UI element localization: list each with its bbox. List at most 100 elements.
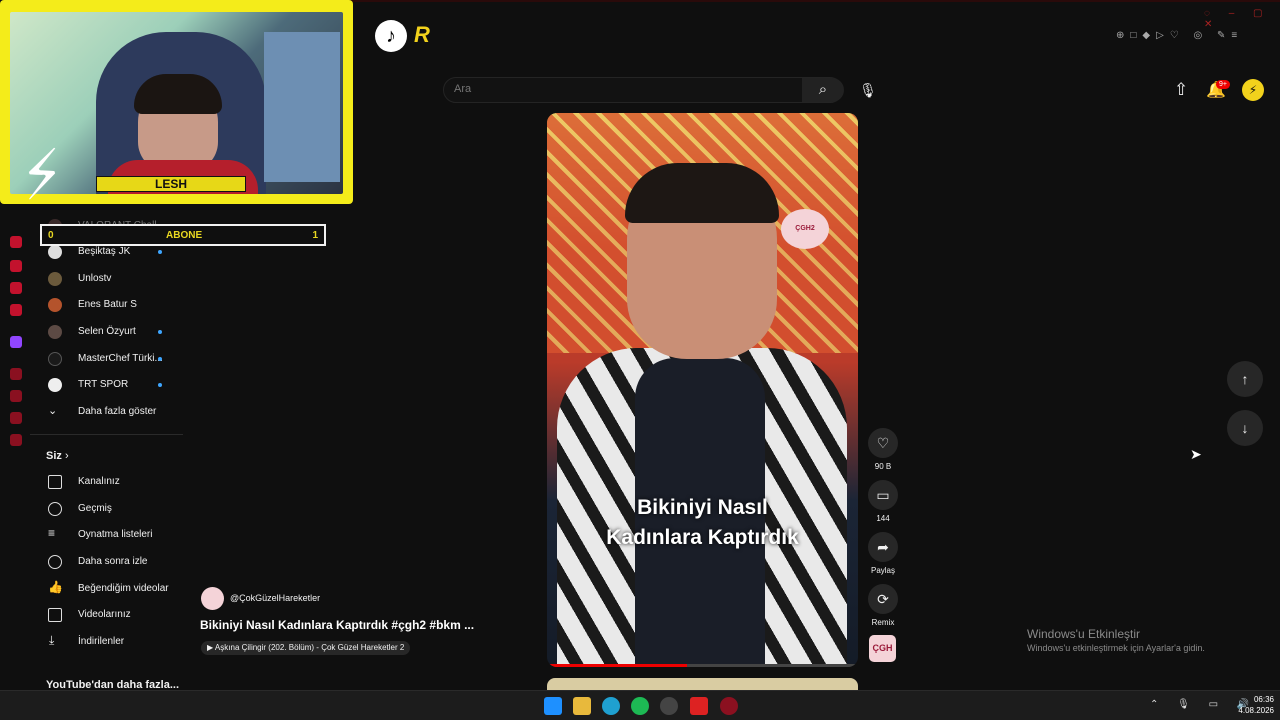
- sidebar-item-selen-ozyurt[interactable]: Selen Özyurt: [40, 320, 180, 346]
- sidebar-item-trt-spor[interactable]: TRT SPOR: [40, 373, 180, 399]
- window-controls[interactable]: ◌ – ▢ ✕: [1204, 8, 1280, 30]
- sidebar-show-more[interactable]: ⌄ Daha fazla göster: [40, 400, 180, 426]
- sidebar-item-your-videos[interactable]: Videolarınız: [40, 603, 180, 629]
- rail-icon[interactable]: [10, 368, 22, 380]
- video-progress-bar[interactable]: [547, 664, 858, 667]
- sidebar-item-label: Geçmiş: [78, 503, 112, 514]
- search-icon[interactable]: ⌕: [802, 78, 844, 102]
- show-logo: ÇGH2: [781, 209, 829, 249]
- search-input[interactable]: [454, 83, 794, 95]
- taskbar-clock[interactable]: 06:36 4.08.2026: [1232, 694, 1274, 716]
- remix-action[interactable]: ⟳ Remix: [868, 584, 898, 627]
- new-content-dot: [158, 383, 162, 387]
- notification-badge: 9+: [1216, 80, 1230, 89]
- next-video-preview[interactable]: [547, 678, 858, 690]
- rail-icon[interactable]: [10, 390, 22, 402]
- comment-action[interactable]: ▭ 144: [868, 480, 898, 523]
- sidebar-item-history[interactable]: Geçmiş: [40, 497, 180, 523]
- comment-icon[interactable]: ▭: [868, 480, 898, 510]
- channel-avatar: [48, 298, 62, 312]
- sidebar-divider: [30, 434, 183, 435]
- app-icon[interactable]: [690, 697, 708, 715]
- sidebar-item-liked-videos[interactable]: 👍 Beğendiğim videolar: [40, 577, 180, 603]
- sidebar-item-label: Daha sonra izle: [78, 556, 148, 567]
- rail-icon[interactable]: [10, 260, 22, 272]
- sidebar-item-label: Enes Batur S: [78, 299, 137, 310]
- new-content-dot: [158, 250, 162, 254]
- video-icon: [48, 608, 62, 622]
- sidebar-item-watch-later[interactable]: Daha sonra izle: [40, 550, 180, 576]
- channel-avatar: [48, 378, 62, 392]
- file-explorer-icon[interactable]: [573, 697, 591, 715]
- activation-watermark-subtitle: Windows'u etkinleştirmek için Ayarlar'a …: [1027, 643, 1205, 653]
- new-content-dot: [158, 330, 162, 334]
- share-icon[interactable]: ➦: [868, 532, 898, 562]
- caption-line: Bikiniyi Nasıl: [637, 496, 768, 519]
- sidebar-item-label: İndirilenler: [78, 636, 125, 647]
- heart-icon[interactable]: ♡: [868, 428, 898, 458]
- rail-icon[interactable]: [10, 434, 22, 446]
- account-avatar[interactable]: ⚡: [1242, 79, 1264, 101]
- video-caption: Bikiniyi Nasıl Kadınlara Kaptırdık: [547, 493, 858, 553]
- sidebar-item-channel[interactable]: Kanalınız: [40, 470, 180, 496]
- video-title[interactable]: Bikiniyi Nasıl Kadınlara Kaptırdık #çgh2…: [200, 618, 474, 632]
- sidebar-item-playlists[interactable]: ≡ Oynatma listeleri: [40, 523, 180, 549]
- upload-icon[interactable]: ⇧: [1174, 80, 1188, 100]
- sidebar-item-label: Unlostv: [78, 273, 112, 284]
- channel-avatar: [48, 325, 62, 339]
- caption-line: Kadınlara Kaptırdık: [606, 526, 799, 549]
- sidebar-item-label: Beğendiğim videolar: [78, 583, 169, 594]
- like-action[interactable]: ♡ 90 B: [868, 428, 898, 471]
- subscriber-goal-bar: 0 ABONE 1: [40, 224, 326, 246]
- sidebar-item-label: Selen Özyurt: [78, 326, 136, 337]
- rail-icon[interactable]: [10, 412, 22, 424]
- new-content-dot: [158, 357, 162, 361]
- tiktok-logo-icon[interactable]: ♪: [375, 20, 407, 52]
- search-box[interactable]: ⌕: [443, 77, 844, 103]
- short-video-player[interactable]: ÇGH2 Bikiniyi Nasıl Kadınlara Kaptırdık: [547, 113, 858, 667]
- arrow-down-icon: ↓: [1241, 420, 1249, 436]
- sidebar-item-downloads[interactable]: ⤓ İndirilenler: [40, 630, 180, 656]
- next-video-button[interactable]: ↓: [1227, 410, 1263, 446]
- video-progress-fill: [547, 664, 687, 667]
- streamer-name-bar: LESH: [96, 176, 246, 192]
- goal-label: ABONE: [166, 230, 203, 241]
- activation-watermark-title: Windows'u Etkinleştir: [1027, 627, 1140, 641]
- sidebar-item-label: Daha fazla göster: [78, 406, 157, 417]
- playlist-chip[interactable]: ▶ Aşkına Çilingir (202. Bölüm) - Çok Güz…: [201, 641, 411, 655]
- clock-icon: [48, 555, 62, 569]
- sidebar-item-masterchef[interactable]: MasterChef Türki...: [40, 347, 180, 373]
- sidebar-item-enes-batur[interactable]: Enes Batur S: [40, 293, 180, 319]
- microphone-icon[interactable]: 🎙: [858, 80, 878, 100]
- playlist-icon: ≡: [48, 526, 56, 540]
- remix-icon[interactable]: ⟳: [868, 584, 898, 614]
- sidebar-item-unlostv[interactable]: Unlostv: [40, 267, 180, 293]
- channel-avatar: [48, 352, 62, 366]
- previous-video-button[interactable]: ↑: [1227, 361, 1263, 397]
- channel-handle[interactable]: @ÇokGüzelHareketler: [230, 593, 320, 603]
- history-icon: [48, 502, 62, 516]
- rail-icon[interactable]: [10, 304, 22, 316]
- windows-taskbar: ⌃ 🎙 ▭ 🔊 06:36 4.08.2026: [0, 690, 1280, 720]
- share-action[interactable]: ➦ Paylaş: [868, 532, 898, 575]
- rail-icon[interactable]: [10, 282, 22, 294]
- thumb-up-icon: 👍: [48, 580, 63, 594]
- sound-thumbnail-icon[interactable]: ÇGH: [869, 635, 896, 662]
- rail-icon[interactable]: [10, 236, 22, 248]
- app-icon[interactable]: [660, 697, 678, 715]
- edge-browser-icon[interactable]: [602, 697, 620, 715]
- r-logo-icon: R: [414, 22, 430, 47]
- browser-extension-icons[interactable]: ⊕□◆▷♡ ◎ ✎≡: [1116, 30, 1243, 41]
- you-section-title[interactable]: Siz ›: [46, 450, 69, 462]
- goal-current: 0: [48, 230, 54, 241]
- channel-avatar[interactable]: [201, 587, 224, 610]
- twitch-icon[interactable]: [10, 336, 22, 348]
- channel-icon: [48, 475, 62, 489]
- start-button-icon[interactable]: [544, 697, 562, 715]
- remix-label: Remix: [871, 618, 895, 627]
- you-section-label: Siz: [46, 450, 62, 462]
- sidebar-item-label: Beşiktaş JK: [78, 246, 131, 257]
- sidebar-item-label: Kanalınız: [78, 476, 120, 487]
- app-icon[interactable]: [720, 697, 738, 715]
- spotify-icon[interactable]: [631, 697, 649, 715]
